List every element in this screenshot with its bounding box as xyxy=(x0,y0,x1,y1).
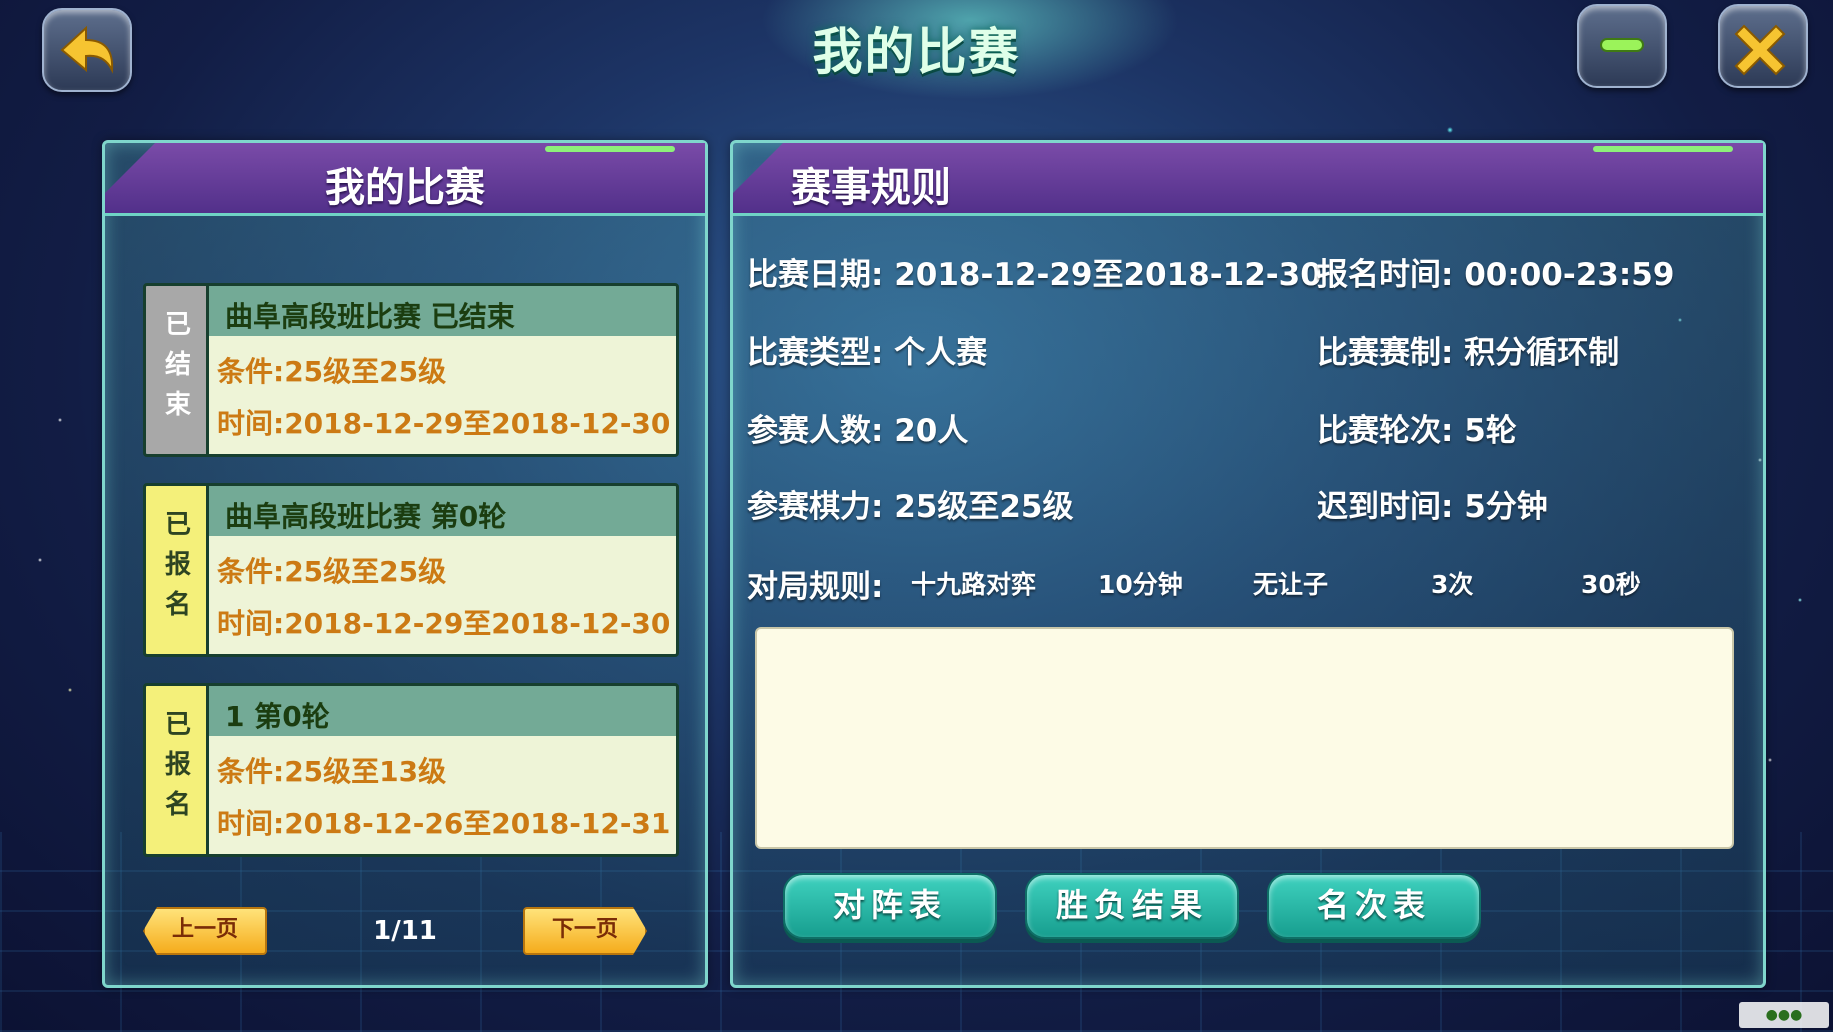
pairings-button[interactable]: 对阵表 xyxy=(783,873,997,939)
match-status-badge: 已结束 xyxy=(146,286,206,454)
close-button[interactable] xyxy=(1718,4,1808,88)
ranking-button[interactable]: 名次表 xyxy=(1267,873,1481,939)
rule-handicap: 无让子 xyxy=(1253,570,1329,599)
rule-board: 十九路对弈 xyxy=(911,570,1037,599)
match-time: 时间:2018-12-26至2018-12-31 xyxy=(217,807,671,840)
match-rules-panel: 赛事规则 比赛日期: 2018-12-29至2018-12-30 报名时间: 0… xyxy=(730,140,1766,988)
match-header: 1 第0轮 xyxy=(206,686,676,736)
match-type: 比赛类型: 个人赛 xyxy=(747,335,988,371)
panel-title: 我的比赛 xyxy=(325,165,485,211)
header-accent xyxy=(545,146,675,152)
match-card[interactable]: 已报名 曲阜高段班比赛 第0轮 条件:25级至25级 时间:2018-12-29… xyxy=(143,483,679,657)
player-strength: 参赛棋力: 25级至25级 xyxy=(747,489,1074,525)
match-name: 曲阜高段班比赛 第0轮 xyxy=(225,500,507,533)
close-icon xyxy=(1734,24,1786,76)
match-condition: 条件:25级至25级 xyxy=(217,555,447,588)
watermark-logo: ●●● xyxy=(1739,1002,1829,1028)
match-header: 曲阜高段班比赛 第0轮 xyxy=(206,486,676,536)
match-status-badge: 已报名 xyxy=(146,486,206,654)
rule-byoyomi-count: 3次 xyxy=(1431,570,1474,599)
back-arrow-icon xyxy=(60,25,114,74)
match-details: 条件:25级至25级 时间:2018-12-29至2018-12-30 xyxy=(206,336,676,454)
match-date: 比赛日期: 2018-12-29至2018-12-30 xyxy=(747,257,1322,293)
match-time: 时间:2018-12-29至2018-12-30 xyxy=(217,607,671,640)
match-name: 1 第0轮 xyxy=(225,700,330,733)
next-page-button[interactable]: 下一页 xyxy=(523,907,647,955)
player-count: 参赛人数: 20人 xyxy=(747,413,969,449)
match-status-badge: 已报名 xyxy=(146,686,206,854)
match-time: 时间:2018-12-29至2018-12-30 xyxy=(217,407,671,440)
round-count: 比赛轮次: 5轮 xyxy=(1317,413,1517,449)
match-description-box xyxy=(755,627,1734,849)
minimize-button[interactable] xyxy=(1577,4,1667,88)
match-header: 曲阜高段班比赛 已结束 xyxy=(206,286,676,336)
rule-byoyomi-time: 30秒 xyxy=(1581,570,1641,599)
match-details: 条件:25级至13级 时间:2018-12-26至2018-12-31 xyxy=(206,736,676,854)
game-rules-label: 对局规则: xyxy=(747,569,884,605)
match-name: 曲阜高段班比赛 已结束 xyxy=(225,300,515,333)
panel-header: 赛事规则 xyxy=(733,143,1763,216)
late-time: 迟到时间: 5分钟 xyxy=(1317,489,1548,525)
page-title: 我的比赛 xyxy=(812,23,1021,81)
match-condition: 条件:25级至25级 xyxy=(217,355,447,388)
results-button[interactable]: 胜负结果 xyxy=(1025,873,1239,939)
match-condition: 条件:25级至13级 xyxy=(217,755,447,788)
panel-header: 我的比赛 xyxy=(105,143,705,216)
match-card[interactable]: 已结束 曲阜高段班比赛 已结束 条件:25级至25级 时间:2018-12-29… xyxy=(143,283,679,457)
my-matches-panel: 我的比赛 已结束 曲阜高段班比赛 已结束 条件:25级至25级 时间:2018-… xyxy=(102,140,708,988)
panel-title: 赛事规则 xyxy=(791,165,951,211)
page-indicator: 1/11 xyxy=(373,916,437,946)
prev-page-button[interactable]: 上一页 xyxy=(143,907,267,955)
match-card[interactable]: 已报名 1 第0轮 条件:25级至13级 时间:2018-12-26至2018-… xyxy=(143,683,679,857)
match-details: 条件:25级至25级 时间:2018-12-29至2018-12-30 xyxy=(206,536,676,654)
signup-time: 报名时间: 00:00-23:59 xyxy=(1317,257,1675,293)
back-button[interactable] xyxy=(42,8,132,92)
rule-time: 10分钟 xyxy=(1098,570,1183,599)
minimize-icon xyxy=(1600,38,1644,52)
match-format: 比赛赛制: 积分循环制 xyxy=(1317,335,1620,371)
header-accent xyxy=(1593,146,1733,152)
